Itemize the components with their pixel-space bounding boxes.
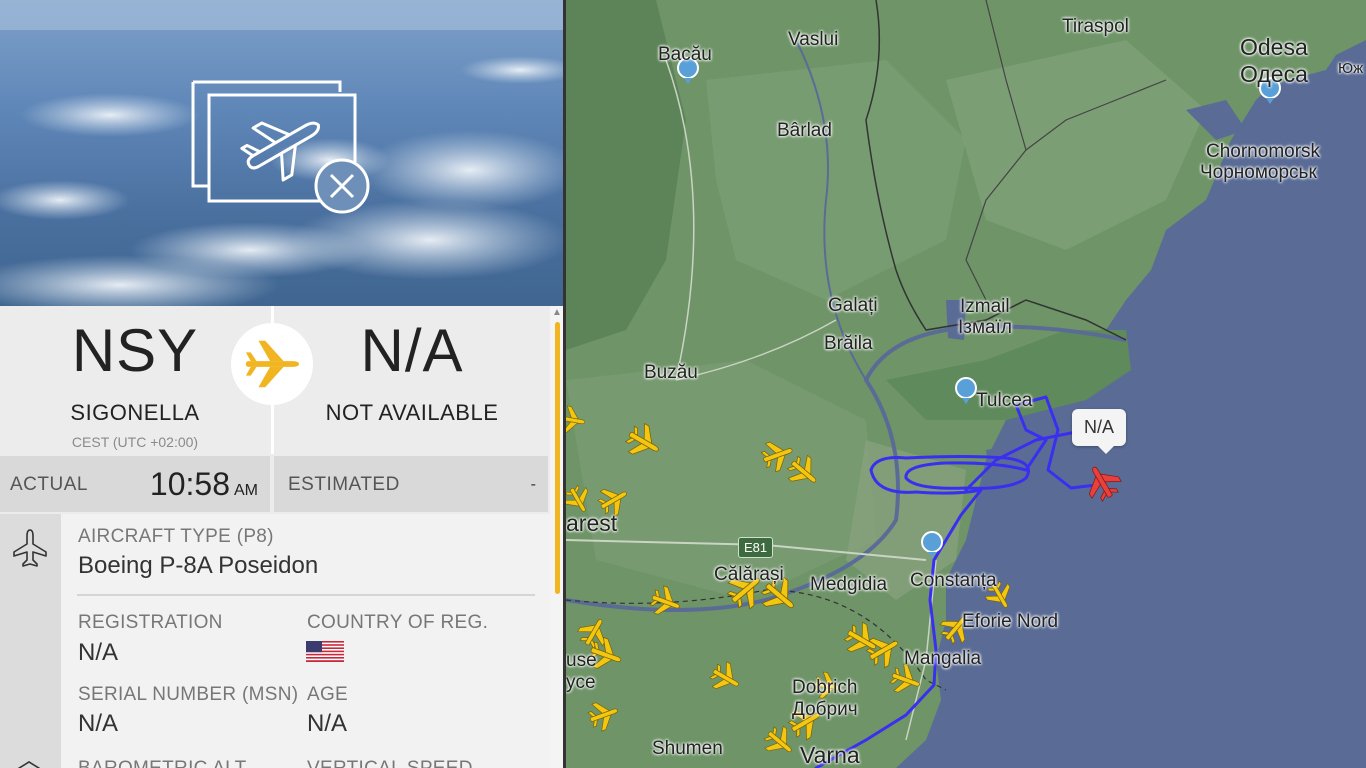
place-label: Bârlad [777, 120, 832, 141]
registration-value: N/A [78, 639, 119, 666]
age-value: N/A [307, 710, 348, 737]
destination-airport[interactable]: N/A NOT AVAILABLE [274, 306, 550, 454]
selected-aircraft-label[interactable]: N/A [1072, 409, 1127, 454]
route-airplane-icon [231, 323, 313, 405]
place-label: Chornomorsk [1206, 141, 1321, 162]
estimated-value: - [530, 476, 536, 493]
estimated-label: ESTIMATED [288, 474, 400, 495]
place-label: Constanța [910, 570, 997, 591]
details-icon-column [0, 514, 61, 768]
flight-info-panel: NSY SIGONELLA CEST (UTC +02:00) N/A NOT … [0, 0, 565, 768]
aircraft-type-value[interactable]: Boeing P-8A Poseidon [78, 552, 318, 580]
place-label: yce [566, 672, 596, 693]
place-label: Ізмаїл [958, 317, 1012, 338]
place-label: Mangalia [904, 648, 982, 669]
altitude-icon [17, 761, 41, 768]
place-label: Добрич [792, 699, 858, 720]
scroll-up-arrow-icon[interactable]: ▲ [552, 307, 562, 318]
no-photo-icon [191, 80, 370, 214]
road-shield: E81 [738, 537, 774, 558]
details-body: AIRCRAFT TYPE (P8) Boeing P-8A Poseidon … [61, 514, 550, 768]
place-label: Izmail [960, 296, 1010, 317]
vertical-speed-label: VERTICAL SPEED [307, 758, 473, 768]
place-label: Buzău [644, 362, 698, 383]
place-label: Brăila [824, 333, 873, 354]
panel-scrollbar-thumb[interactable] [555, 322, 560, 594]
place-label: Tiraspol [1062, 16, 1129, 37]
origin-timezone: CEST (UTC +02:00) [71, 434, 199, 450]
estimated-time-cell: ESTIMATED - [274, 456, 548, 512]
place-label: Shumen [652, 738, 723, 759]
place-label: Odesa [1240, 34, 1308, 60]
serial-label: SERIAL NUMBER (MSN) [78, 684, 299, 705]
origin-airport[interactable]: NSY SIGONELLA CEST (UTC +02:00) [0, 306, 270, 454]
place-label: Tulcea [976, 390, 1033, 411]
aircraft-details: AIRCRAFT TYPE (P8) Boeing P-8A Poseidon … [0, 514, 550, 768]
place-label: Одеса [1240, 61, 1308, 87]
place-label: Varna [800, 742, 860, 768]
place-label: Юж [1338, 60, 1364, 77]
place-label: Eforie Nord [962, 611, 1059, 632]
origin-code: NSY [71, 317, 199, 384]
actual-label: ACTUAL [10, 474, 88, 495]
country-label: COUNTRY OF REG. [307, 612, 489, 633]
place-label: Medgidia [810, 574, 888, 595]
details-divider [77, 594, 535, 596]
place-label: use [566, 650, 597, 671]
place-label: Vaslui [788, 29, 839, 50]
actual-time: 10:58 AM [149, 466, 258, 502]
place-label: Dobrich [792, 677, 858, 698]
us-flag-icon [306, 641, 344, 662]
origin-name: SIGONELLA [70, 400, 200, 425]
times-row: ACTUAL 10:58 AM ESTIMATED - [0, 456, 550, 512]
aircraft-photo [0, 0, 563, 306]
place-label: Călărași [714, 564, 784, 585]
age-label: AGE [307, 684, 349, 705]
place-label: Galați [828, 295, 878, 316]
aircraft-icon [13, 529, 47, 567]
place-label: Чорноморськ [1200, 162, 1317, 183]
actual-ampm: AM [234, 482, 258, 499]
actual-time-cell: ACTUAL 10:58 AM [0, 456, 270, 512]
aircraft-type-label: AIRCRAFT TYPE (P8) [78, 526, 274, 547]
baro-alt-label: BAROMETRIC ALT. [78, 758, 250, 768]
route-section: NSY SIGONELLA CEST (UTC +02:00) N/A NOT … [0, 306, 550, 454]
serial-value: N/A [78, 710, 119, 737]
registration-label: REGISTRATION [78, 612, 223, 633]
destination-name: NOT AVAILABLE [325, 400, 499, 425]
flight-map[interactable]: Bacău Vaslui Tiraspol Odesa Одеса Юж Bâr… [566, 0, 1366, 768]
place-label: arest [566, 510, 618, 536]
place-label: Bacău [658, 44, 712, 65]
destination-code: N/A [360, 317, 464, 384]
